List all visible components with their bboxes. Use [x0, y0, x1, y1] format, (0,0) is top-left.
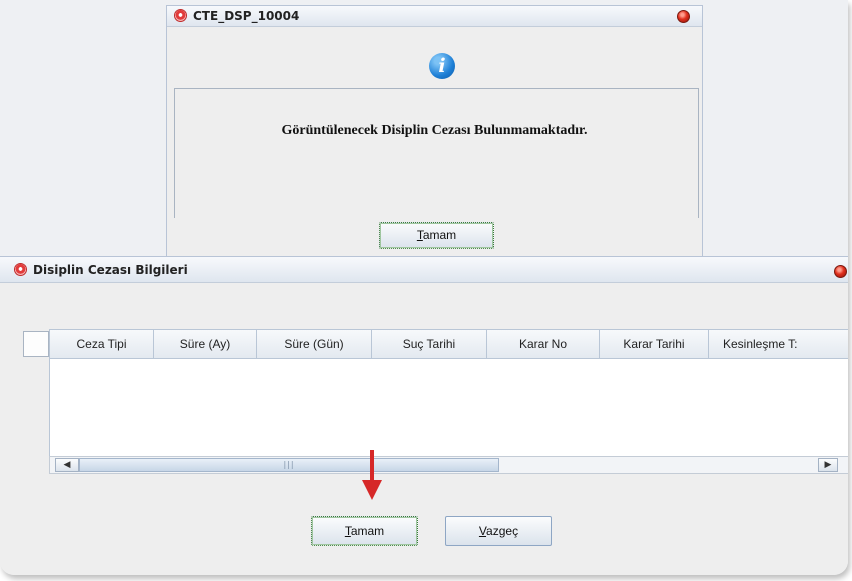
discipline-dialog-titlebar[interactable]: Disiplin Cezası Bilgileri	[0, 257, 848, 283]
close-icon[interactable]	[677, 10, 690, 23]
message-panel	[174, 88, 699, 218]
message-ok-label: amam	[422, 228, 457, 242]
column-header-ceza-tipi[interactable]: Ceza Tipi	[50, 330, 154, 358]
message-ok-button[interactable]: Tamam	[379, 222, 494, 249]
scroll-left-button[interactable]: ◀	[55, 458, 79, 472]
ok-button[interactable]: Tamam	[311, 516, 418, 546]
column-header-karar-no[interactable]: Karar No	[487, 330, 600, 358]
penalty-table: Ceza Tipi Süre (Ay) Süre (Gün) Suç Tarih…	[49, 329, 848, 465]
column-header-sure-gun[interactable]: Süre (Gün)	[257, 330, 372, 358]
cancel-label: azgeç	[486, 524, 519, 538]
message-dialog-titlebar[interactable]: CTE_DSP_10004	[167, 6, 702, 27]
discipline-dialog-title: Disiplin Cezası Bilgileri	[33, 263, 188, 277]
scroll-left-icon: ◀	[63, 460, 71, 470]
cancel-mnemonic: V	[478, 524, 487, 538]
message-dialog: CTE_DSP_10004 i Görüntülenecek Disiplin …	[166, 5, 703, 263]
cancel-button[interactable]: Vazgeç	[445, 516, 552, 546]
scroll-right-icon: ▶	[824, 460, 832, 470]
column-header-suc-tarihi[interactable]: Suç Tarihi	[372, 330, 487, 358]
scroll-right-button[interactable]: ▶	[818, 458, 838, 472]
ok-label: amam	[350, 524, 385, 538]
column-header-karar-tarihi[interactable]: Karar Tarihi	[600, 330, 709, 358]
app-icon	[174, 9, 187, 22]
column-header-kesinlesme-tarihi[interactable]: Kesinleşme T:	[709, 330, 848, 358]
message-text: Görüntülenecek Disiplin Cezası Bulunmama…	[281, 123, 588, 138]
column-header-sure-ay[interactable]: Süre (Ay)	[154, 330, 257, 358]
table-header: Ceza Tipi Süre (Ay) Süre (Gün) Suç Tarih…	[50, 330, 848, 359]
horizontal-scrollbar[interactable]: ◀ ||| ▶	[49, 456, 848, 474]
scroll-thumb[interactable]: |||	[79, 458, 499, 472]
info-icon: i	[429, 53, 455, 79]
app-icon	[14, 263, 27, 276]
screenshot-frame: CTE_DSP_10004 i Görüntülenecek Disiplin …	[0, 0, 848, 575]
table-corner-cell	[23, 331, 49, 357]
annotation-arrow-icon	[362, 450, 382, 500]
close-icon[interactable]	[834, 265, 847, 278]
discipline-dialog: Disiplin Cezası Bilgileri Ceza Tipi Süre…	[0, 256, 848, 575]
scroll-thumb-grip-icon: |||	[283, 460, 295, 469]
message-dialog-title: CTE_DSP_10004	[193, 9, 300, 23]
